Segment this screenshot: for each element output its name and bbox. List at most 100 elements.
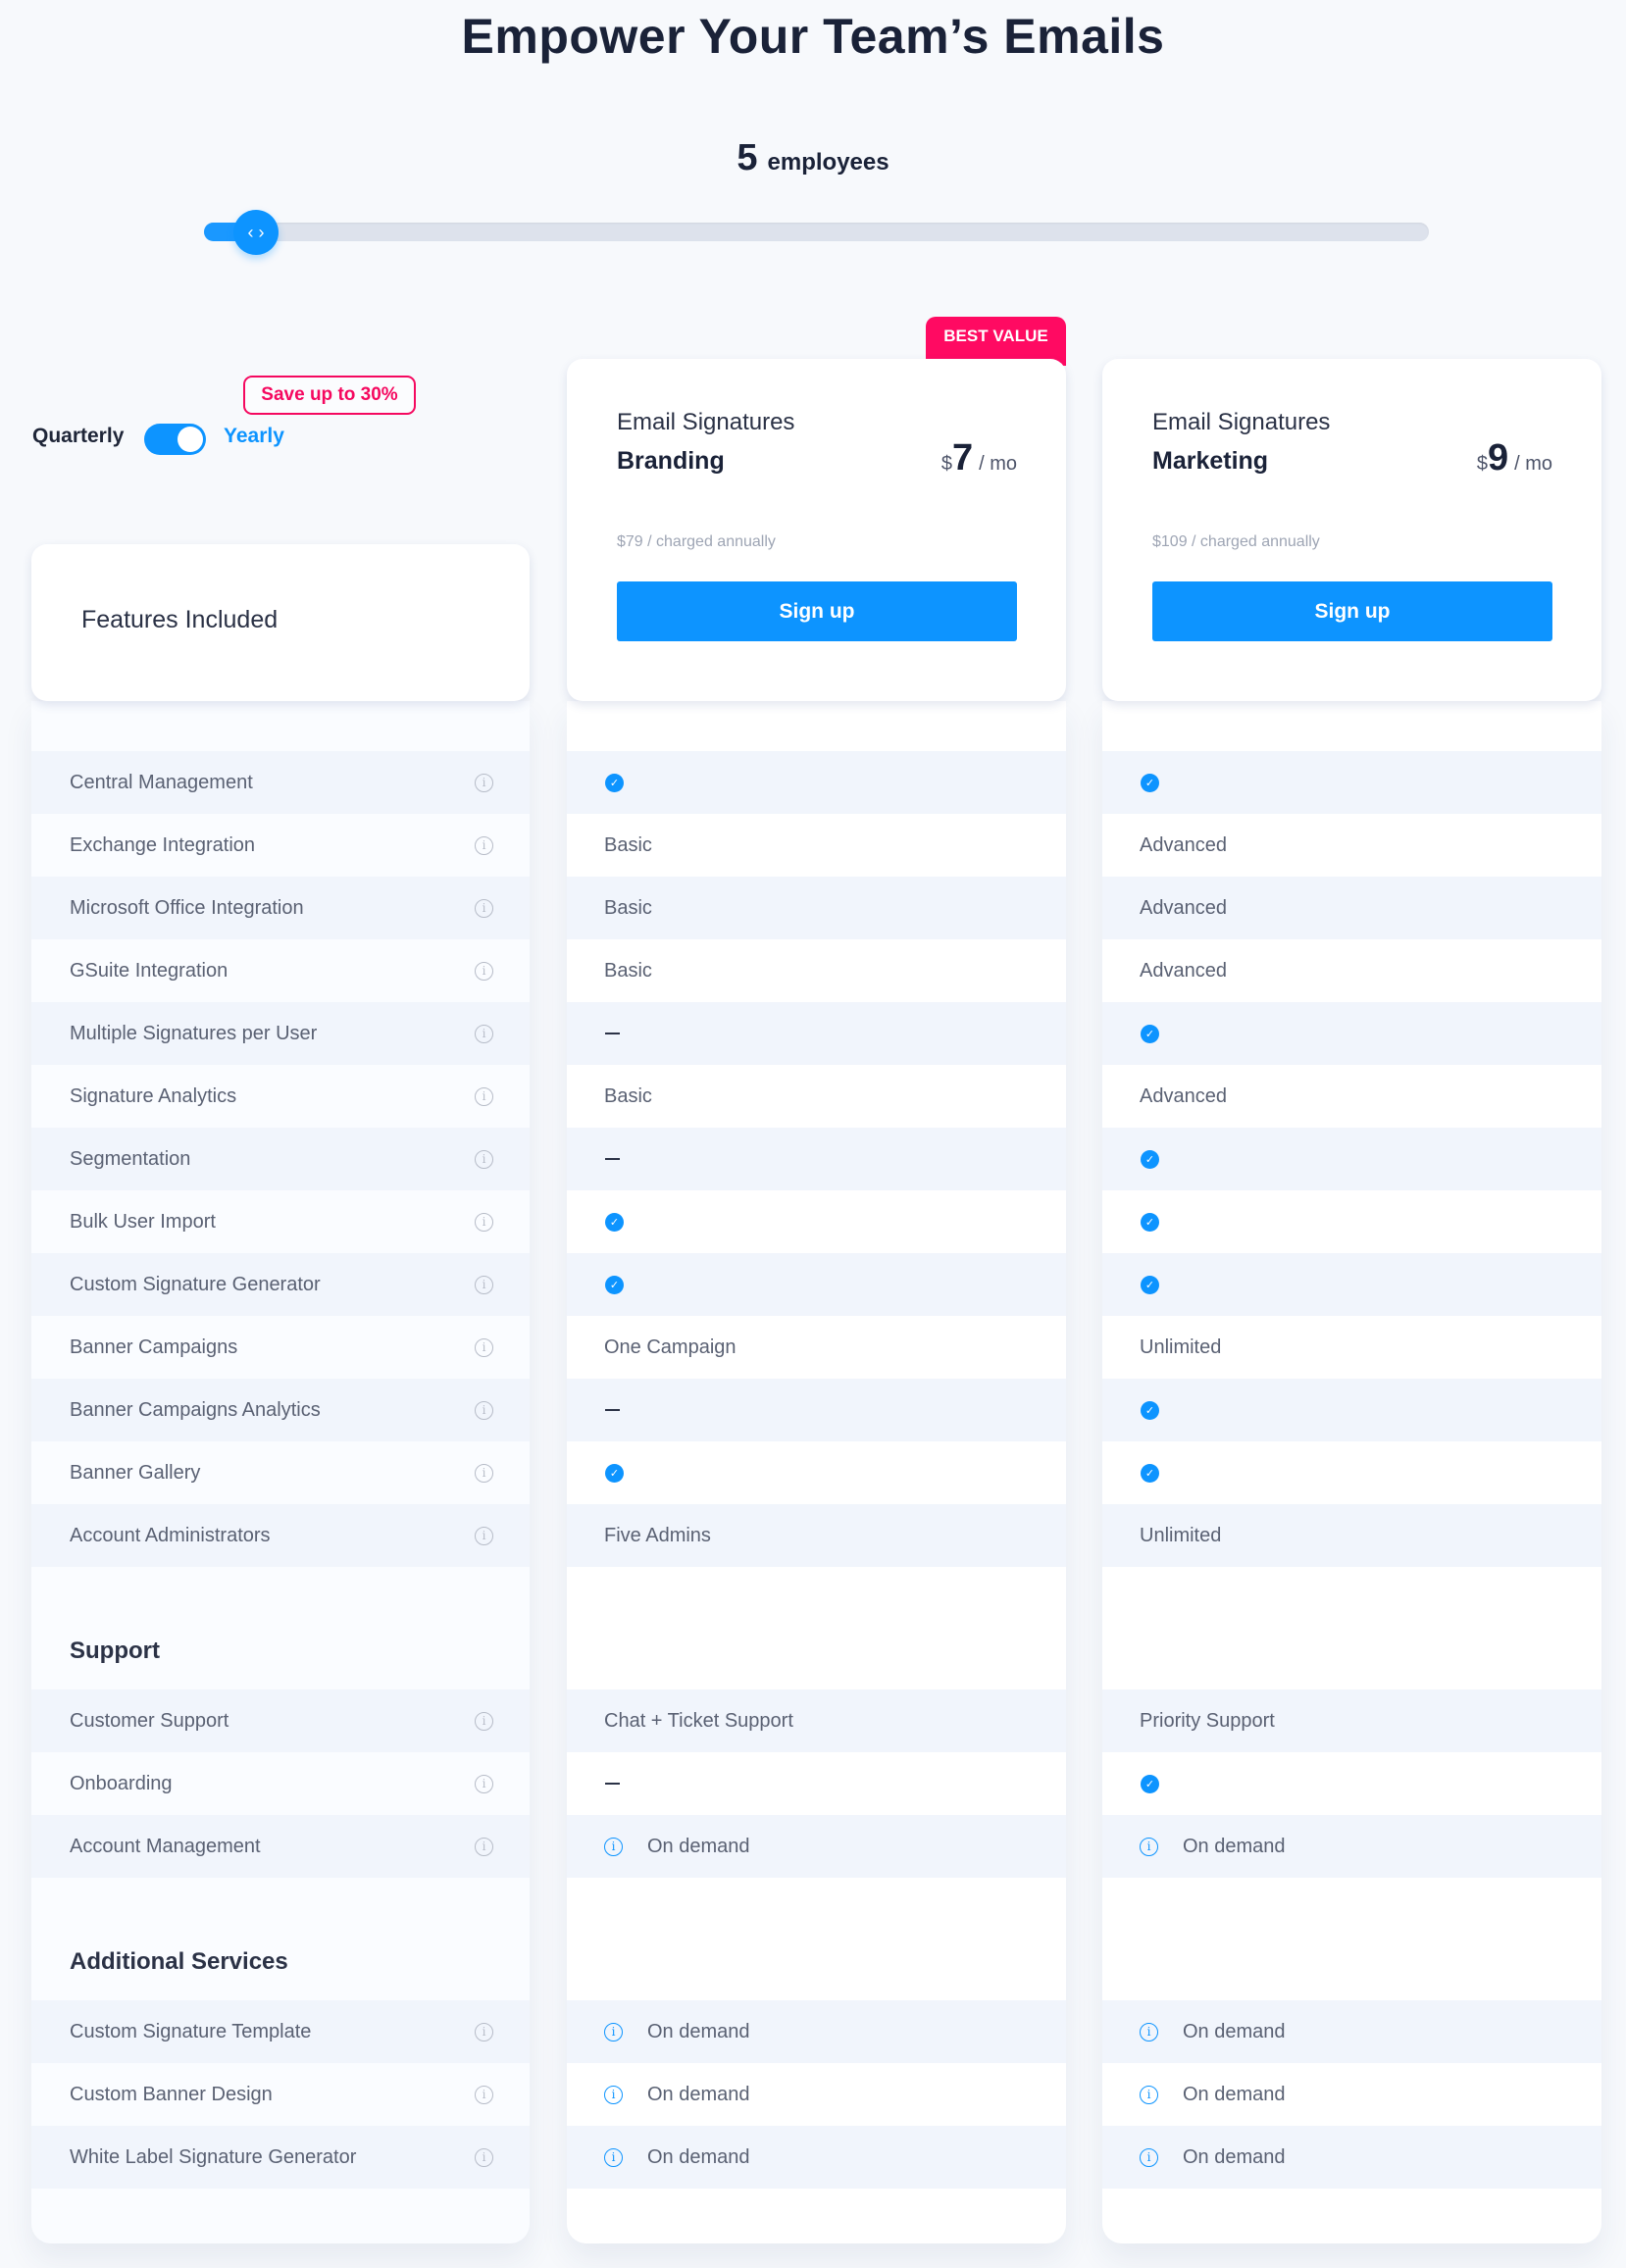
info-icon[interactable]: i — [475, 2085, 493, 2104]
feature-row: Account Administrators i — [31, 1504, 530, 1567]
table-row: Advanced — [1102, 939, 1601, 1002]
info-icon[interactable]: i — [475, 1774, 493, 1793]
employee-slider-track[interactable] — [204, 223, 1429, 241]
info-icon[interactable]: i — [475, 1337, 493, 1357]
dash-icon — [605, 1158, 620, 1160]
info-icon[interactable]: i — [604, 2022, 623, 2041]
table-row: i On demand — [1102, 1815, 1601, 1878]
cell-value: Advanced — [1140, 959, 1227, 982]
table-row: i On demand — [1102, 2000, 1601, 2063]
feature-row: Account Management i — [31, 1815, 530, 1878]
check-icon: ✓ — [1141, 1275, 1159, 1294]
feature-label: Signature Analytics — [70, 1084, 237, 1107]
feature-label: White Label Signature Generator — [70, 2145, 357, 2168]
info-icon[interactable]: i — [1140, 2085, 1158, 2104]
page-title: Empower Your Team’s Emails — [461, 9, 1165, 64]
feature-label: GSuite Integration — [70, 959, 229, 982]
table-row — [567, 1752, 1066, 1815]
save-badge: Save up to 30% — [243, 376, 416, 415]
table-row: ✓ — [1102, 1128, 1601, 1190]
feature-label: Account Administrators — [70, 1524, 271, 1546]
info-icon[interactable]: i — [475, 1149, 493, 1169]
table-row: i On demand — [1102, 2126, 1601, 2189]
info-icon[interactable]: i — [475, 1275, 493, 1294]
billing-quarterly-label[interactable]: Quarterly — [32, 425, 124, 448]
plan-card-branding: Email Signatures Branding $7/ mo $79 / c… — [567, 359, 1066, 701]
employee-count-label: employees — [767, 149, 889, 176]
plan-card-marketing: Email Signatures Marketing $9/ mo $109 /… — [1102, 359, 1601, 701]
feature-row: Onboarding i — [31, 1752, 530, 1815]
info-icon[interactable]: i — [475, 1212, 493, 1232]
cell-value: Five Admins — [604, 1524, 711, 1546]
feature-row: Banner Gallery i — [31, 1441, 530, 1504]
feature-row: Banner Campaigns Analytics i — [31, 1379, 530, 1441]
feature-label: Onboarding — [70, 1772, 173, 1794]
table-row: ✓ — [1102, 1441, 1601, 1504]
info-icon[interactable]: i — [475, 773, 493, 792]
table-row: Priority Support — [1102, 1689, 1601, 1752]
feature-row: Segmentation i — [31, 1128, 530, 1190]
feature-row: Signature Analytics i — [31, 1065, 530, 1128]
cell-value: Basic — [604, 1084, 652, 1107]
info-icon[interactable]: i — [475, 961, 493, 981]
feature-label: Banner Campaigns Analytics — [70, 1398, 321, 1421]
info-icon[interactable]: i — [475, 1024, 493, 1043]
cell-value: Unlimited — [1140, 1524, 1222, 1546]
employee-slider-thumb[interactable]: ‹ › — [233, 210, 279, 255]
info-icon[interactable]: i — [1140, 2022, 1158, 2041]
cell-value: Advanced — [1140, 896, 1227, 919]
section-heading: Additional Services — [70, 1948, 288, 1975]
feature-label: Banner Campaigns — [70, 1336, 238, 1358]
info-icon[interactable]: i — [475, 2147, 493, 2167]
info-icon[interactable]: i — [475, 1086, 493, 1106]
cell-value: On demand — [647, 2083, 750, 2105]
toggle-knob — [178, 427, 203, 452]
employee-count: 5 employees — [0, 137, 1626, 179]
info-icon[interactable]: i — [475, 2022, 493, 2041]
plan-column-marketing: ✓ Advanced Advanced Advanced ✓ Advanced ✓ ✓ ✓ Unl… — [1102, 701, 1601, 2243]
plan-name: Marketing — [1152, 447, 1269, 475]
cell-value: Advanced — [1140, 833, 1227, 856]
info-icon[interactable]: i — [475, 1711, 493, 1731]
info-icon[interactable]: i — [1140, 2147, 1158, 2167]
table-row: i On demand — [567, 1815, 1066, 1878]
dash-icon — [605, 1783, 620, 1785]
table-row: ✓ — [1102, 1002, 1601, 1065]
plan-price: $9/ mo — [1477, 437, 1552, 479]
billing-yearly-label[interactable]: Yearly — [224, 425, 284, 448]
check-icon: ✓ — [1141, 1463, 1159, 1483]
cell-value: Unlimited — [1140, 1336, 1222, 1358]
cell-value: On demand — [1183, 2020, 1286, 2042]
feature-row: Central Management i — [31, 751, 530, 814]
check-icon: ✓ — [605, 1275, 624, 1294]
signup-button-marketing[interactable]: Sign up — [1152, 581, 1552, 641]
check-icon: ✓ — [605, 773, 624, 792]
info-icon[interactable]: i — [475, 1526, 493, 1545]
info-icon[interactable]: i — [604, 2147, 623, 2167]
feature-label: Custom Signature Generator — [70, 1273, 321, 1295]
table-row — [567, 1128, 1066, 1190]
check-icon: ✓ — [1141, 1774, 1159, 1793]
info-icon[interactable]: i — [604, 1837, 623, 1856]
features-column: Central Management i Exchange Integration i… — [31, 701, 530, 2243]
feature-label: Custom Signature Template — [70, 2020, 312, 2042]
signup-button-branding[interactable]: Sign up — [617, 581, 1017, 641]
table-row: ✓ — [1102, 1379, 1601, 1441]
feature-row: Microsoft Office Integration i — [31, 877, 530, 939]
dash-icon — [605, 1033, 620, 1034]
info-icon[interactable]: i — [475, 1837, 493, 1856]
billing-toggle[interactable] — [144, 424, 206, 455]
info-icon[interactable]: i — [475, 1463, 493, 1483]
info-icon[interactable]: i — [1140, 1837, 1158, 1856]
table-row: ✓ — [1102, 1190, 1601, 1253]
info-icon[interactable]: i — [475, 835, 493, 855]
feature-row: Customer Support i — [31, 1689, 530, 1752]
feature-label: Exchange Integration — [70, 833, 256, 856]
info-icon[interactable]: i — [604, 2085, 623, 2104]
cell-value: On demand — [647, 2145, 750, 2168]
table-row — [567, 1379, 1066, 1441]
dash-icon — [605, 1409, 620, 1411]
info-icon[interactable]: i — [475, 1400, 493, 1420]
table-row: Basic — [567, 814, 1066, 877]
info-icon[interactable]: i — [475, 898, 493, 918]
